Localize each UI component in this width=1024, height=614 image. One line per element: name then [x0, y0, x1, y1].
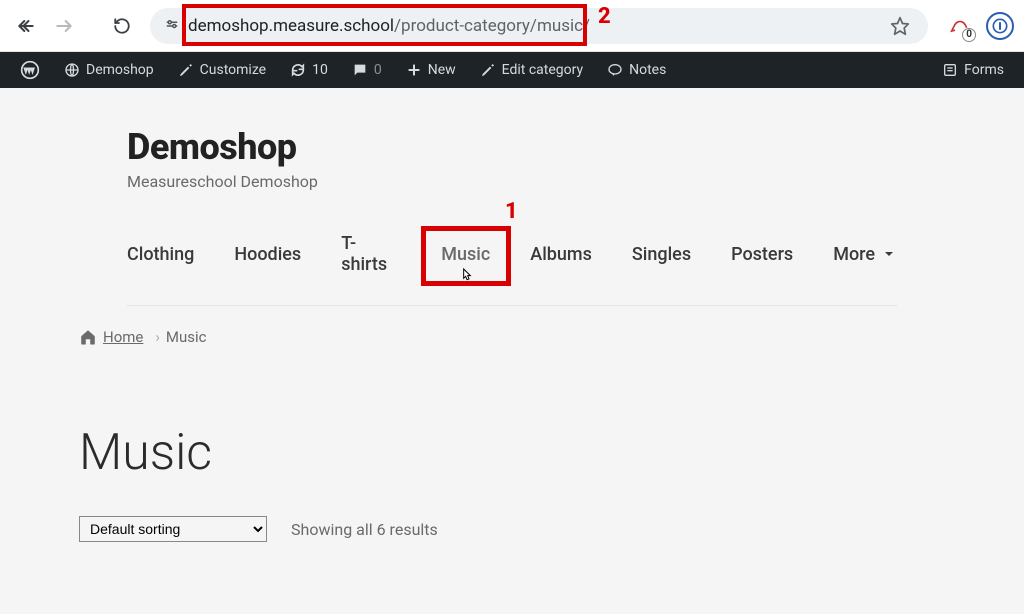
nav-item-more[interactable]: More	[833, 244, 897, 265]
nav-item-more-label: More	[833, 244, 875, 265]
home-icon	[79, 328, 97, 346]
breadcrumb-separator: ›	[155, 328, 160, 346]
wp-customize-label: Customize	[200, 62, 266, 78]
site-settings-icon[interactable]	[158, 14, 186, 38]
wp-admin-bar: Demoshop Customize 10 0 New Edit categor…	[0, 52, 1024, 88]
wp-logo[interactable]	[10, 52, 50, 88]
page-body: Demoshop Measureschool Demoshop Clothing…	[0, 88, 1024, 542]
wp-edit-label: Edit category	[502, 62, 583, 78]
wp-site-name-label: Demoshop	[86, 62, 154, 78]
annotation-number-1: 1	[505, 199, 518, 224]
bookmark-star-icon[interactable]	[884, 10, 916, 42]
wp-new[interactable]: New	[396, 52, 466, 88]
back-button[interactable]	[10, 10, 42, 42]
browser-toolbar: demoshop.measure.school/product-category…	[0, 0, 1024, 52]
wp-customize[interactable]: Customize	[168, 52, 276, 88]
nav-item-tshirts[interactable]: T-shirts	[341, 233, 401, 275]
breadcrumb: Home › Music	[79, 306, 897, 354]
extension-icon-2[interactable]	[986, 12, 1014, 40]
chevron-down-icon	[881, 246, 897, 262]
forward-button[interactable]	[48, 10, 80, 42]
wp-notes[interactable]: Notes	[597, 52, 676, 88]
nav-item-singles[interactable]: Singles	[632, 244, 691, 265]
wp-updates-count: 10	[312, 62, 328, 78]
nav-item-music[interactable]: Music	[441, 244, 490, 265]
wp-updates[interactable]: 10	[280, 52, 338, 88]
wp-notes-label: Notes	[629, 62, 666, 78]
main-nav: Clothing Hoodies T-shirts Music 1 Albums…	[127, 209, 897, 306]
url-text: demoshop.measure.school/product-category…	[188, 16, 590, 36]
breadcrumb-current: Music	[166, 328, 207, 346]
site-tagline: Measureschool Demoshop	[127, 172, 897, 191]
wp-comments-count: 0	[374, 62, 382, 78]
site-header: Demoshop Measureschool Demoshop	[127, 88, 897, 209]
results-count: Showing all 6 results	[291, 520, 438, 539]
wp-edit-category[interactable]: Edit category	[470, 52, 593, 88]
nav-item-music-label: Music	[441, 244, 490, 265]
wp-forms[interactable]: Forms	[932, 52, 1014, 88]
site-title[interactable]: Demoshop	[127, 126, 897, 168]
reload-button[interactable]	[106, 10, 138, 42]
wp-site-name[interactable]: Demoshop	[54, 52, 164, 88]
wp-new-label: New	[428, 62, 456, 78]
sort-select[interactable]: Default sorting	[79, 516, 267, 542]
address-bar[interactable]: demoshop.measure.school/product-category…	[150, 8, 928, 44]
nav-item-albums[interactable]: Albums	[530, 244, 592, 265]
breadcrumb-home[interactable]: Home	[103, 328, 143, 346]
wp-comments[interactable]: 0	[342, 52, 392, 88]
category-title: Music	[79, 424, 897, 482]
cursor-icon	[459, 266, 475, 288]
nav-item-posters[interactable]: Posters	[731, 244, 793, 265]
nav-item-hoodies[interactable]: Hoodies	[234, 244, 301, 265]
annotation-number-2: 2	[598, 4, 611, 29]
sort-row: Default sorting Showing all 6 results	[79, 516, 897, 542]
extension-icon-1[interactable]: 0	[946, 12, 974, 40]
nav-item-clothing[interactable]: Clothing	[127, 244, 194, 265]
wp-forms-label: Forms	[964, 62, 1004, 78]
